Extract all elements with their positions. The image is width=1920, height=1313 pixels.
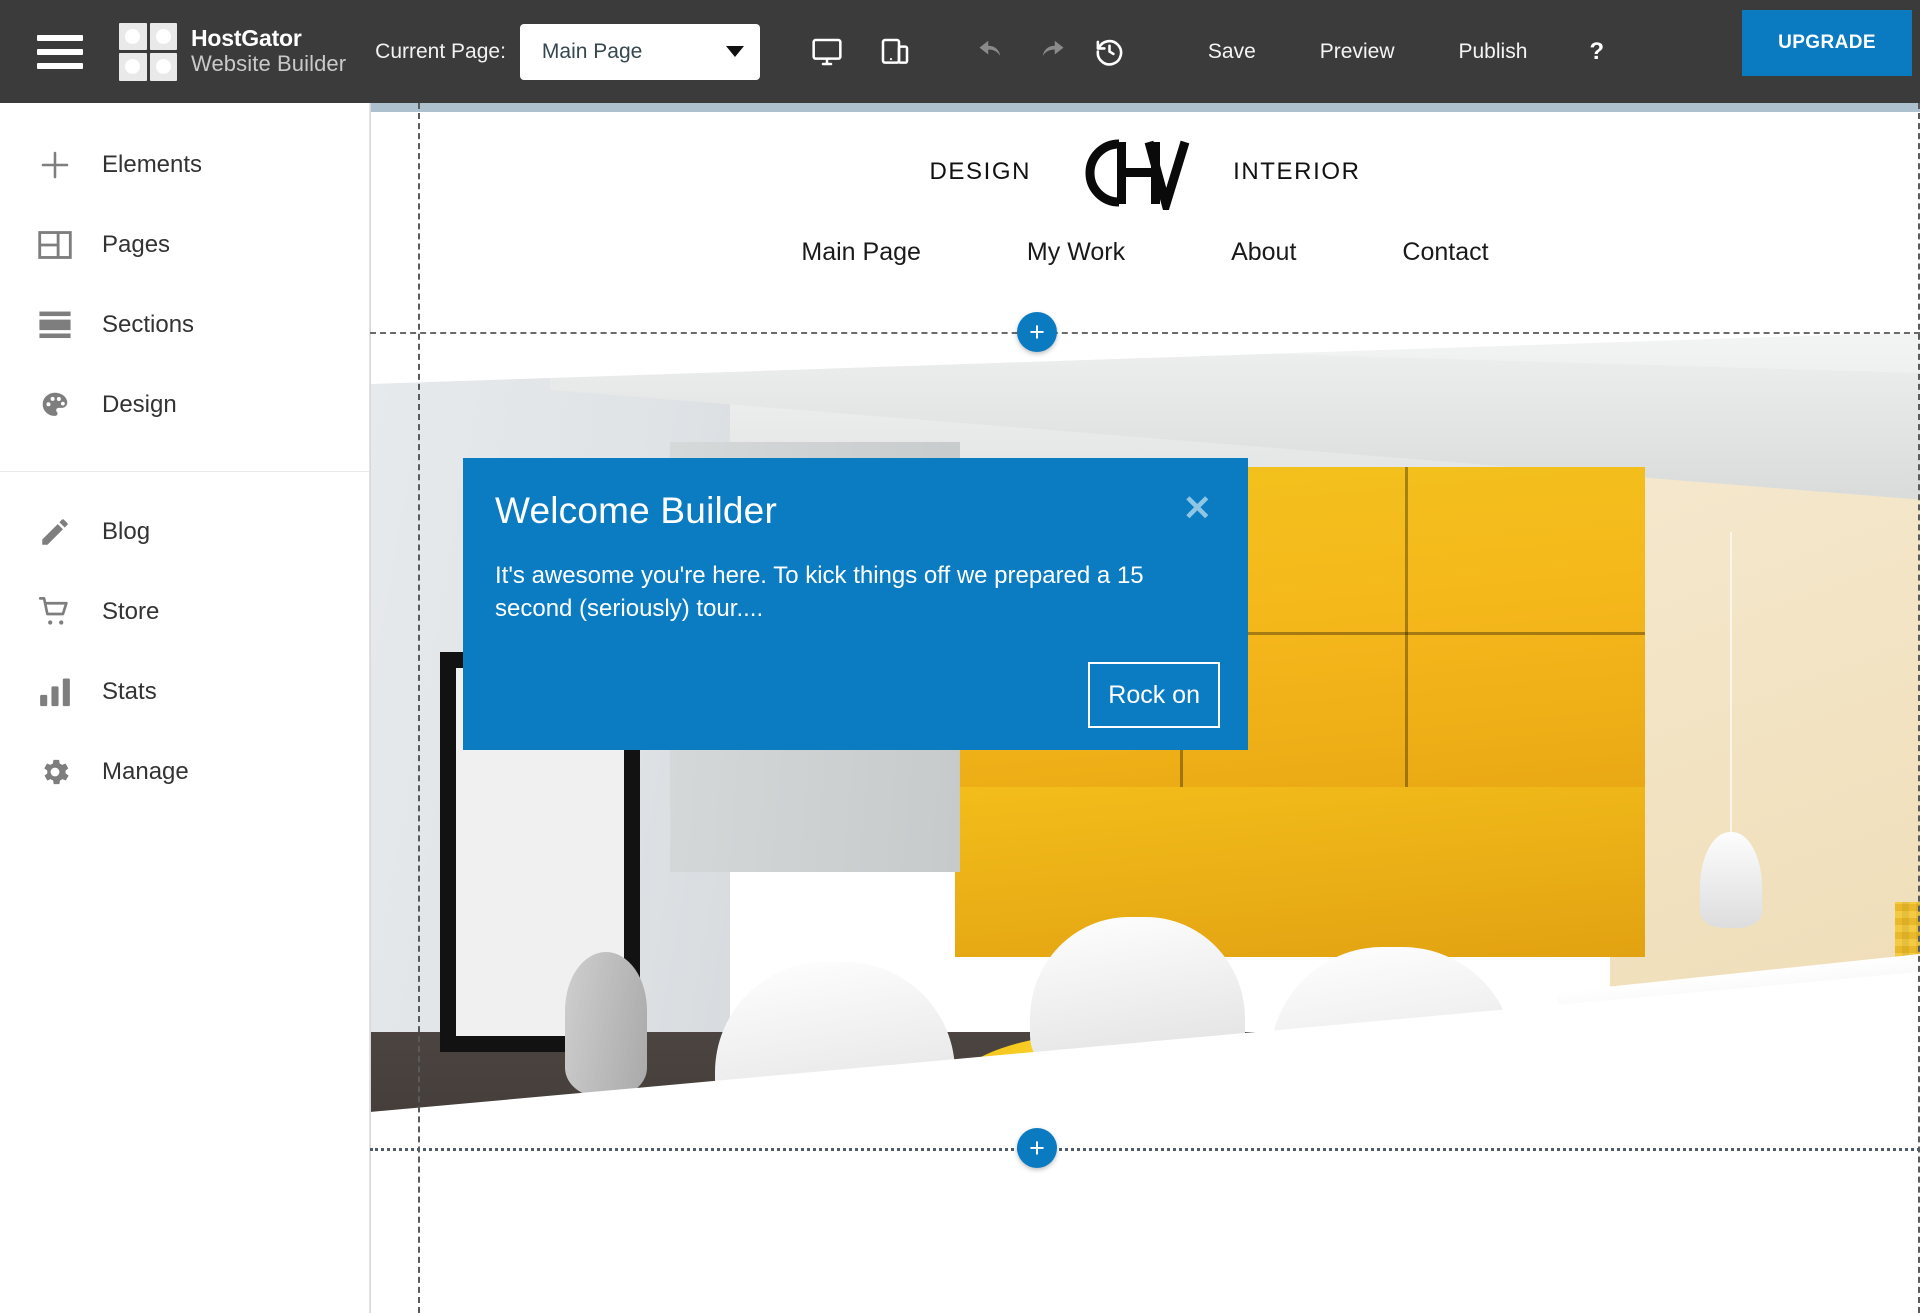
chv-monogram-icon	[1073, 136, 1191, 208]
brand-subtitle: Website Builder	[191, 52, 346, 77]
sections-stack-icon	[24, 302, 86, 348]
tablet-mobile-icon[interactable]	[872, 29, 918, 75]
history-actions	[966, 29, 1136, 75]
publish-button[interactable]: Publish	[1427, 40, 1560, 64]
hamburger-icon[interactable]	[37, 35, 83, 69]
sidebar-item-label: Manage	[102, 758, 189, 786]
sidebar-group-primary: Elements Pages Sections	[0, 103, 369, 445]
desktop-monitor-icon[interactable]	[804, 29, 850, 75]
sidebar-divider	[0, 471, 369, 472]
logo-left-text: DESIGN	[929, 158, 1031, 186]
sidebar-item-elements[interactable]: Elements	[0, 125, 369, 205]
sidebar-item-label: Stats	[102, 678, 157, 706]
brand[interactable]: HostGator Website Builder	[119, 23, 346, 81]
sidebar-item-design[interactable]: Design	[0, 365, 369, 445]
brand-text: HostGator Website Builder	[191, 26, 346, 76]
chevron-down-icon	[726, 46, 744, 57]
upgrade-button[interactable]: UPGRADE	[1742, 10, 1912, 76]
logo-right-text: INTERIOR	[1233, 158, 1360, 186]
add-section-button[interactable]: +	[1017, 312, 1057, 352]
help-button[interactable]: ?	[1559, 38, 1634, 66]
shopping-cart-icon	[24, 589, 86, 635]
app-toolbar: HostGator Website Builder Current Page: …	[0, 0, 1920, 103]
brand-name: HostGator	[191, 26, 346, 52]
rock-on-button[interactable]: Rock on	[1088, 662, 1220, 728]
page-select-value: Main Page	[542, 40, 642, 64]
sidebar-group-secondary: Blog Store Stats	[0, 492, 369, 812]
redo-arrow-icon[interactable]	[1025, 29, 1077, 75]
modal-title: Welcome Builder	[495, 490, 1208, 532]
hamburger-bar	[37, 49, 83, 55]
sidebar-item-pages[interactable]: Pages	[0, 205, 369, 285]
palette-icon	[24, 382, 86, 428]
welcome-modal[interactable]: ✕ Welcome Builder It's awesome you're he…	[463, 458, 1248, 750]
close-icon[interactable]: ✕	[1183, 491, 1212, 526]
save-button[interactable]: Save	[1176, 40, 1288, 64]
history-clock-icon[interactable]	[1084, 29, 1136, 75]
add-section-button[interactable]: +	[1017, 1128, 1057, 1168]
sidebar-item-label: Elements	[102, 151, 202, 179]
site-header[interactable]: DESIGN INTERIOR Main Page My Work About	[370, 112, 1920, 332]
section-guide-line	[370, 1148, 1920, 1151]
site-nav-item-contact[interactable]: Contact	[1402, 238, 1488, 267]
toolbar-links: Save Preview Publish ?	[1176, 38, 1634, 66]
sidebar-item-stats[interactable]: Stats	[0, 652, 369, 732]
site-nav-item-main-page[interactable]: Main Page	[801, 238, 921, 267]
sidebar-item-blog[interactable]: Blog	[0, 492, 369, 572]
sidebar-item-store[interactable]: Store	[0, 572, 369, 652]
viewport-switcher	[804, 29, 918, 75]
pages-layout-icon	[24, 222, 86, 268]
site-nav-item-my-work[interactable]: My Work	[1027, 238, 1125, 267]
sidebar-item-label: Store	[102, 598, 159, 626]
plus-icon	[24, 142, 86, 188]
current-page-label: Current Page:	[375, 40, 506, 64]
site-nav-item-about[interactable]: About	[1231, 238, 1296, 267]
section-guide-line	[370, 332, 1920, 334]
hamburger-bar	[37, 63, 83, 69]
sidebar-item-label: Blog	[102, 518, 150, 546]
page-select[interactable]: Main Page	[520, 24, 760, 80]
modal-body: It's awesome you're here. To kick things…	[495, 560, 1195, 625]
canvas-guide-left	[418, 103, 420, 1313]
hamburger-bar	[37, 35, 83, 41]
pencil-icon	[24, 509, 86, 555]
sidebar-item-label: Sections	[102, 311, 194, 339]
sidebar-item-label: Pages	[102, 231, 170, 259]
gear-icon	[24, 749, 86, 795]
hostgator-logo-icon	[119, 23, 177, 81]
sidebar: Elements Pages Sections	[0, 103, 370, 1313]
site-nav: Main Page My Work About Contact	[370, 238, 1920, 267]
preview-button[interactable]: Preview	[1288, 40, 1427, 64]
canvas-top-strip	[370, 103, 1920, 112]
sidebar-item-label: Design	[102, 391, 177, 419]
site-canvas[interactable]: DESIGN INTERIOR Main Page My Work About	[370, 103, 1920, 1313]
canvas-guide-left-edge	[370, 103, 371, 1313]
undo-arrow-icon[interactable]	[966, 29, 1018, 75]
bar-chart-icon	[24, 669, 86, 715]
sidebar-item-manage[interactable]: Manage	[0, 732, 369, 812]
sidebar-item-sections[interactable]: Sections	[0, 285, 369, 365]
site-logo[interactable]: DESIGN INTERIOR	[370, 112, 1920, 208]
